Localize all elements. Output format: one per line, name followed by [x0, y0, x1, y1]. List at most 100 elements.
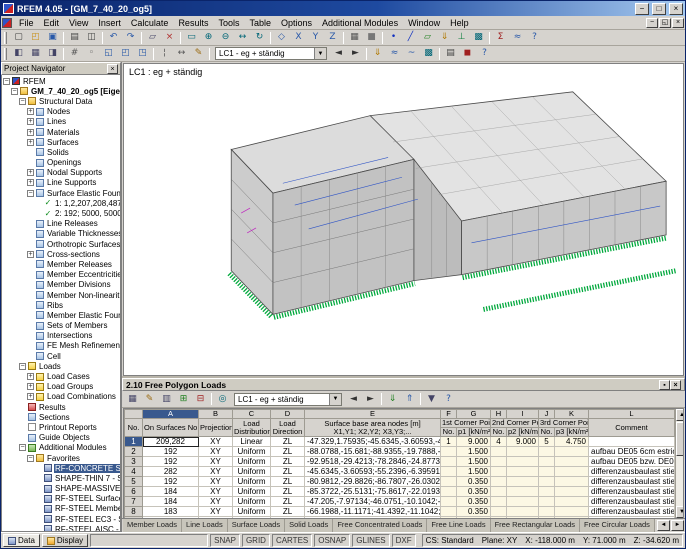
edit-mode-icon[interactable]: ✎ [141, 392, 158, 406]
tree-item-lines[interactable]: +Lines [2, 117, 120, 127]
tree-item-ribs[interactable]: Ribs [2, 300, 120, 310]
col-letter-g[interactable]: G [457, 410, 491, 419]
status-toggle-cartes[interactable]: CARTES [272, 534, 312, 547]
table-cell[interactable]: 9.000 [457, 437, 491, 447]
col-letter-e[interactable]: E [305, 410, 441, 419]
menu-view[interactable]: View [64, 17, 93, 29]
col-letter-f[interactable]: F [441, 410, 457, 419]
help-icon[interactable]: ? [526, 31, 543, 45]
table-cell[interactable] [555, 487, 589, 497]
table-row[interactable]: 5192XYUniformZL-80.9812,-29.8826;-86.780… [125, 477, 675, 487]
menu-file[interactable]: File [14, 17, 39, 29]
tree-item-solids[interactable]: Solids [2, 147, 120, 157]
col-header-corner2-no[interactable]: No. [491, 428, 507, 437]
col-header-1st-corner[interactable]: 1st Corner Point [441, 419, 491, 428]
collapse-icon[interactable]: − [27, 190, 34, 197]
table-cell[interactable]: ZL [271, 487, 305, 497]
col-header-no[interactable]: No. [125, 419, 143, 437]
table-cell[interactable]: Uniform [233, 487, 271, 497]
table-cell[interactable]: 1.500 [457, 457, 491, 467]
table-cell[interactable]: 4.750 [555, 437, 589, 447]
table-cell[interactable]: Uniform [233, 497, 271, 507]
expand-icon[interactable]: + [27, 251, 34, 258]
menu-edit[interactable]: Edit [39, 17, 65, 29]
table-cell[interactable] [441, 507, 457, 517]
tree-item-rf-steel-aisc-steel[interactable]: RF-STEEL AISC - Steel... [2, 524, 120, 532]
table-load-case-combo[interactable]: LC1 - eg + ständig ▼ [234, 393, 342, 406]
tree-item-gm-7-40-20-og5-eigene-d[interactable]: −GM_7_40_20_og5 [Eigene D... [2, 86, 120, 96]
tree-item-member-divisions[interactable]: Member Divisions [2, 280, 120, 290]
table-row[interactable]: 6184XYUniformZL-85.3722,-25.5131;-75.861… [125, 487, 675, 497]
tree-item-shape-thin-7-secti[interactable]: SHAPE-THIN 7 - Secti... [2, 473, 120, 483]
tree-item-orthotropic-surfaces[interactable]: Orthotropic Surfaces [2, 239, 120, 249]
copy-icon[interactable]: ▱ [144, 31, 161, 45]
col-header-p2[interactable]: p2 [kN/m²] [507, 428, 539, 437]
insert-row-icon[interactable]: ⊞ [175, 392, 192, 406]
table-cell[interactable]: Uniform [233, 457, 271, 467]
work-plane-xy-icon[interactable]: ◱ [100, 47, 117, 61]
table-cell[interactable]: -85.3722,-25.5131;-75.8617,-22.0193;-7..… [305, 487, 441, 497]
table-cell[interactable] [491, 467, 507, 477]
tree-item-rf-steel-members-st[interactable]: RF-STEEL Members - St... [2, 504, 120, 514]
expand-icon[interactable]: + [27, 118, 34, 125]
deformation-icon[interactable]: ~ [403, 47, 420, 61]
menu-table[interactable]: Table [244, 17, 276, 29]
table-cell[interactable]: XY [199, 447, 233, 457]
redo-icon[interactable]: ↷ [122, 31, 139, 45]
show-results-toggle-icon[interactable]: ≈ [386, 47, 403, 61]
table-cell[interactable]: 5 [539, 437, 555, 447]
tree-item-sets-of-members[interactable]: Sets of Members [2, 321, 120, 331]
table-cell[interactable]: -92.9518,-29.4213;-78.2846,-24.8773;-8..… [305, 457, 441, 467]
grid-toggle-icon[interactable]: # [66, 47, 83, 61]
tree-item-2-192-5000-5000[interactable]: 2: 192; 5000, 5000... [2, 208, 120, 218]
pan-view-icon[interactable]: ↔ [234, 31, 251, 45]
table-cell[interactable] [491, 507, 507, 517]
table-cell[interactable]: XY [199, 477, 233, 487]
col-letter-j[interactable]: J [539, 410, 555, 419]
collapse-icon[interactable]: − [19, 363, 26, 370]
table-cell[interactable]: ZL [271, 437, 305, 447]
tree-item-nodes[interactable]: +Nodes [2, 107, 120, 117]
collapse-icon[interactable]: − [19, 444, 26, 451]
table-cell[interactable]: -45.6345,-3.60593;-55.2396,-6.39591;-5..… [305, 467, 441, 477]
previous-load-case-icon[interactable]: ◄ [330, 47, 347, 61]
table-cell[interactable] [507, 477, 539, 487]
table-cell[interactable]: ZL [271, 457, 305, 467]
tree-item-printout-reports[interactable]: Printout Reports [2, 422, 120, 432]
table-cell[interactable] [441, 447, 457, 457]
scroll-up-icon[interactable]: ▲ [676, 409, 684, 421]
maximize-button[interactable]: □ [652, 3, 666, 15]
table-cell[interactable]: Uniform [233, 507, 271, 517]
tree-item-loads[interactable]: −Loads [2, 361, 120, 371]
tree-item-shape-massive-se[interactable]: SHAPE-MASSIVE - Se... [2, 484, 120, 494]
col-letter-c[interactable]: C [233, 410, 271, 419]
table-cell[interactable] [507, 487, 539, 497]
new-icon[interactable]: ▢ [10, 31, 27, 45]
tree-item-fe-mesh-refinements[interactable]: FE Mesh Refinements [2, 341, 120, 351]
table-cell[interactable] [441, 477, 457, 487]
tree-item-results[interactable]: Results [2, 402, 120, 412]
col-header-corner1-no[interactable]: No. [441, 428, 457, 437]
col-header-comment[interactable]: Comment [589, 419, 675, 437]
open-icon[interactable]: ◰ [27, 31, 44, 45]
scroll-down-icon[interactable]: ▼ [676, 506, 684, 518]
chevron-down-icon[interactable]: ▼ [329, 394, 341, 405]
scrollbar-track[interactable] [676, 421, 684, 506]
tree-item-1-1-2-207-208-487-5[interactable]: 1: 1,2,207,208,487-5... [2, 198, 120, 208]
tree-item-line-releases[interactable]: Line Releases [2, 219, 120, 229]
table-cell[interactable] [555, 507, 589, 517]
tree-item-load-cases[interactable]: +Load Cases [2, 371, 120, 381]
table-cell[interactable]: differenzausbaulast stie [589, 487, 675, 497]
table-cell[interactable] [507, 497, 539, 507]
table-cell[interactable]: -80.9812,-29.8826;-86.7807,-26.0302;-... [305, 477, 441, 487]
table-cell[interactable] [507, 467, 539, 477]
tree-item-additional-modules[interactable]: −Additional Modules [2, 443, 120, 453]
table-cell[interactable]: 0.350 [457, 477, 491, 487]
tabs-scroll-right-icon[interactable]: ► [671, 520, 684, 531]
table-cell[interactable]: 1.500 [457, 467, 491, 477]
table-row[interactable]: 8183XYUniformZL-66.1988,-11.1171;-41.439… [125, 507, 675, 517]
row-number-cell[interactable]: 1 [125, 437, 143, 447]
col-header-p3[interactable]: p3 [kN/m²] [555, 428, 589, 437]
table-cell[interactable]: 282 [143, 467, 199, 477]
row-number-cell[interactable]: 2 [125, 447, 143, 457]
